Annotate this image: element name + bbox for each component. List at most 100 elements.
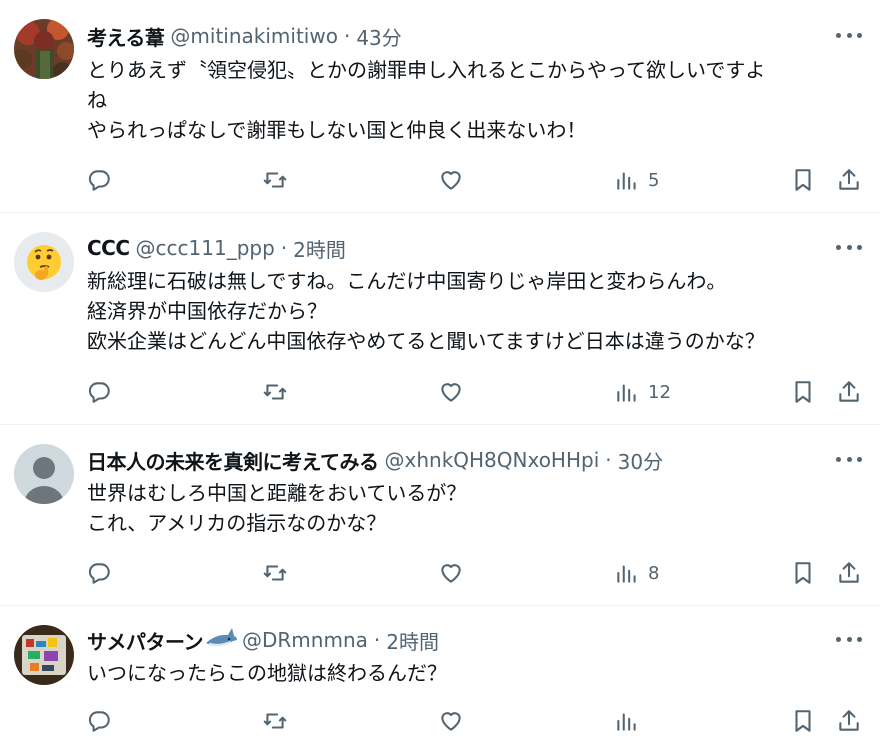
more-icon[interactable] <box>836 629 862 649</box>
avatar[interactable] <box>14 232 74 292</box>
avatar[interactable] <box>14 625 74 685</box>
bookmark-icon <box>795 381 811 403</box>
tweet-line: とりあえず〝領空侵犯〟とかの謝罪申し入れるとこからやって欲しいですよ <box>87 58 766 82</box>
view-count: 5 <box>648 169 660 191</box>
tweet-text: とりあえず〝領空侵犯〟とかの謝罪申し入れるとこからやって欲しいですよ ね やられ… <box>87 55 862 145</box>
retweet-button[interactable] <box>262 377 288 407</box>
retweet-icon <box>263 565 287 581</box>
views-icon <box>617 172 636 190</box>
avatar[interactable] <box>14 19 74 79</box>
retweet-icon <box>263 713 287 729</box>
tweet[interactable]: 考える葦 @mitinakimitiwo · 43分 とりあえず〝領空侵犯〟とか… <box>0 0 880 213</box>
more-icon[interactable] <box>836 237 862 257</box>
tweet-text: 世界はむしろ中国と距離をおいているが？ これ、アメリカの指示なのかな？ <box>87 478 862 538</box>
view-count: 8 <box>648 562 660 584</box>
action-bar <box>86 706 866 736</box>
tweet-line: これ、アメリカの指示なのかな？ <box>87 511 387 535</box>
bookmark-icon <box>795 710 811 732</box>
heart-icon <box>441 171 461 190</box>
bookmark-button[interactable] <box>790 377 816 407</box>
tweet-header: CCC @ccc111_ppp · 2時間 <box>87 233 346 263</box>
bookmark-icon <box>795 562 811 584</box>
reply-button[interactable] <box>86 558 112 588</box>
tweet-text: いつになったらこの地獄は終わるんだ？ <box>87 658 862 688</box>
tweet-line: 欧米企業はどんどん中国依存やめてると聞いてますけど日本は違うのかな？ <box>87 329 765 353</box>
display-name[interactable]: 日本人の未来を真剣に考えてみる <box>87 446 379 475</box>
timestamp[interactable]: 43分 <box>356 22 401 51</box>
action-bar: 8 <box>86 558 866 588</box>
user-handle[interactable]: @ccc111_ppp <box>136 236 275 260</box>
view-count: 12 <box>648 381 671 403</box>
bookmark-icon <box>795 169 811 191</box>
action-bar: 5 <box>86 165 866 195</box>
user-handle[interactable]: @mitinakimitiwo <box>170 24 338 48</box>
retweet-icon <box>263 172 287 188</box>
tweet-header: 考える葦 @mitinakimitiwo · 43分 <box>87 21 402 51</box>
reply-icon <box>88 382 110 403</box>
reply-icon <box>88 170 110 191</box>
retweet-button[interactable] <box>262 165 288 195</box>
share-icon <box>839 710 859 731</box>
tweet[interactable]: CCC @ccc111_ppp · 2時間 新総理に石破は無しですね。こんだけ中… <box>0 213 880 425</box>
more-icon[interactable] <box>836 449 862 469</box>
avatar[interactable] <box>14 444 74 504</box>
heart-icon <box>441 383 461 402</box>
like-button[interactable] <box>438 165 464 195</box>
views-button[interactable]: 12 <box>614 377 671 407</box>
bookmark-button[interactable] <box>790 706 816 736</box>
retweet-button[interactable] <box>262 706 288 736</box>
tweet-header: サメパターン @DRmnmna · 2時間 <box>87 625 439 655</box>
timestamp[interactable]: 2時間 <box>293 234 346 263</box>
tweet-line: 経済界が中国依存だから？ <box>87 299 327 323</box>
views-button[interactable]: 8 <box>614 558 659 588</box>
bookmark-button[interactable] <box>790 558 816 588</box>
views-icon <box>617 384 636 402</box>
share-button[interactable] <box>836 377 862 407</box>
tweet-line: やられっぱなしで謝罪もしない国と仲良く出来ないわ！ <box>87 118 587 142</box>
tweet-line: ね <box>87 88 107 112</box>
views-button[interactable]: 5 <box>614 165 659 195</box>
shark-emoji <box>206 628 237 647</box>
like-button[interactable] <box>438 558 464 588</box>
separator: · <box>373 628 381 652</box>
share-icon <box>839 381 859 402</box>
separator: · <box>280 236 288 260</box>
tweet[interactable]: 日本人の未来を真剣に考えてみる @xhnkQH8QNxoHHpi · 30分 世… <box>0 425 880 606</box>
timestamp[interactable]: 2時間 <box>386 626 439 655</box>
share-button[interactable] <box>836 558 862 588</box>
reply-button[interactable] <box>86 165 112 195</box>
share-button[interactable] <box>836 706 862 736</box>
views-icon <box>617 713 636 731</box>
user-handle[interactable]: @xhnkQH8QNxoHHpi <box>385 448 600 472</box>
reply-button[interactable] <box>86 377 112 407</box>
like-button[interactable] <box>438 706 464 736</box>
display-name[interactable]: サメパターン <box>87 626 204 655</box>
retweet-button[interactable] <box>262 558 288 588</box>
display-name[interactable]: 考える葦 <box>87 22 165 51</box>
more-icon[interactable] <box>836 25 862 45</box>
display-name[interactable]: CCC <box>87 236 130 260</box>
share-button[interactable] <box>836 165 862 195</box>
reply-icon <box>88 711 110 732</box>
tweet-line: 新総理に石破は無しですね。こんだけ中国寄りじゃ岸田と変わらんわ。 <box>87 269 727 293</box>
share-icon <box>839 169 859 190</box>
heart-icon <box>441 712 461 731</box>
views-icon <box>617 565 636 583</box>
timestamp[interactable]: 30分 <box>618 446 663 475</box>
tweet-line: 世界はむしろ中国と距離をおいているが？ <box>87 481 467 505</box>
tweet-header: 日本人の未来を真剣に考えてみる @xhnkQH8QNxoHHpi · 30分 <box>87 445 663 475</box>
reply-icon <box>88 563 110 584</box>
tweet-text: 新総理に石破は無しですね。こんだけ中国寄りじゃ岸田と変わらんわ。 経済界が中国依… <box>87 266 862 356</box>
bookmark-button[interactable] <box>790 165 816 195</box>
tweet-line: いつになったらこの地獄は終わるんだ？ <box>87 661 447 685</box>
separator: · <box>343 24 351 48</box>
share-icon <box>839 562 859 583</box>
views-button[interactable] <box>614 706 640 736</box>
reply-button[interactable] <box>86 706 112 736</box>
tweet[interactable]: サメパターン @DRmnmna · 2時間 いつになったらこの地獄は終わるんだ？ <box>0 606 880 732</box>
like-button[interactable] <box>438 377 464 407</box>
action-bar: 12 <box>86 377 866 407</box>
user-handle[interactable]: @DRmnmna <box>242 628 368 652</box>
retweet-icon <box>263 384 287 400</box>
separator: · <box>605 448 612 472</box>
